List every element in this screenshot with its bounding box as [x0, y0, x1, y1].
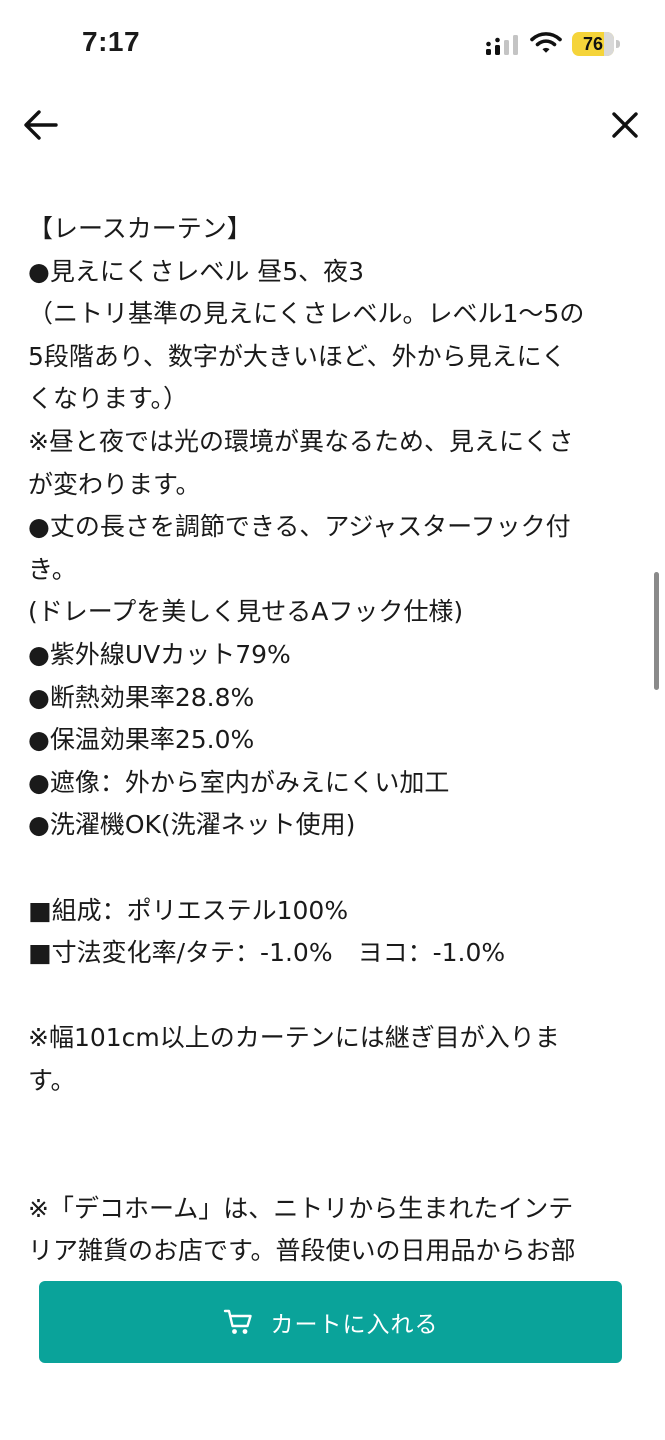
close-icon: [612, 112, 638, 138]
description-line: ●紫外線UVカット79%: [28, 639, 291, 669]
description-line: ●丈の長さを調節できる、アジャスターフック付: [28, 512, 571, 542]
description-line: [28, 847, 640, 890]
description-line: (ドレープを美しく見せるAフック仕様): [28, 597, 464, 627]
description-line: が変わります。: [28, 469, 201, 499]
description-line: す。: [28, 1065, 76, 1095]
status-time: 7:17: [82, 26, 141, 57]
nav-bar: [0, 90, 665, 160]
description-line: [28, 1102, 640, 1145]
product-description: 【レースカーテン】 ●見えにくさレベル 昼5、夜3 （ニトリ基準の見えにくさレベル。…: [28, 208, 640, 1266]
bottom-action-bar: カートに入れる: [0, 1266, 665, 1440]
description-line: ※幅101cm以上のカーテンには継ぎ目が入りま: [28, 1023, 560, 1053]
add-to-cart-button[interactable]: カートに入れる: [39, 1281, 622, 1363]
battery-cap: [616, 40, 620, 48]
description-line: ●洗濯機OK(洗濯ネット使用): [28, 810, 356, 840]
description-line: [28, 1145, 640, 1188]
description-line: ■寸法変化率/タテ：-1.0% ヨコ：-1.0%: [28, 938, 506, 968]
battery-body: 76: [572, 32, 614, 56]
description-line: ●保温効果率25.0%: [28, 725, 255, 755]
battery-icon: 76: [572, 32, 622, 56]
cart-icon: [223, 1309, 252, 1334]
description-line: ●断熱効果率28.8%: [28, 682, 255, 712]
add-to-cart-label: カートに入れる: [270, 1312, 439, 1338]
description-line: （ニトリ基準の見えにくさレベル。レベル1〜5の: [28, 299, 585, 329]
cellular-signal-icon: [486, 35, 518, 55]
description-line: き。: [28, 554, 77, 584]
scroll-indicator[interactable]: [654, 572, 659, 690]
description-line: 【レースカーテン】: [28, 214, 252, 243]
description-line: 5段階あり、数字が大きいほど、外から見えにく: [28, 341, 567, 371]
description-line: ※昼と夜では光の環境が異なるため、見えにくさ: [28, 426, 574, 456]
back-button[interactable]: [20, 104, 62, 146]
close-button[interactable]: [604, 104, 646, 146]
description-line: リア雑貨のお店です。普段使いの日用品からお部: [28, 1236, 576, 1266]
arrow-left-icon: [24, 110, 58, 140]
wifi-icon: [530, 32, 562, 53]
description-line: ※「デコホーム」は、ニトリから生まれたインテ: [28, 1193, 574, 1223]
battery-level: 76: [582, 34, 604, 54]
description-line: くなります。）: [28, 384, 189, 414]
description-line: [28, 975, 640, 1018]
description-line: ■組成：ポリエステル100%: [28, 895, 349, 925]
description-line: ●遮像：外から室内がみえにくい加工: [28, 767, 450, 797]
description-line: ●見えにくさレベル 昼5、夜3: [28, 256, 365, 286]
status-bar: 7:17 76: [0, 0, 665, 90]
